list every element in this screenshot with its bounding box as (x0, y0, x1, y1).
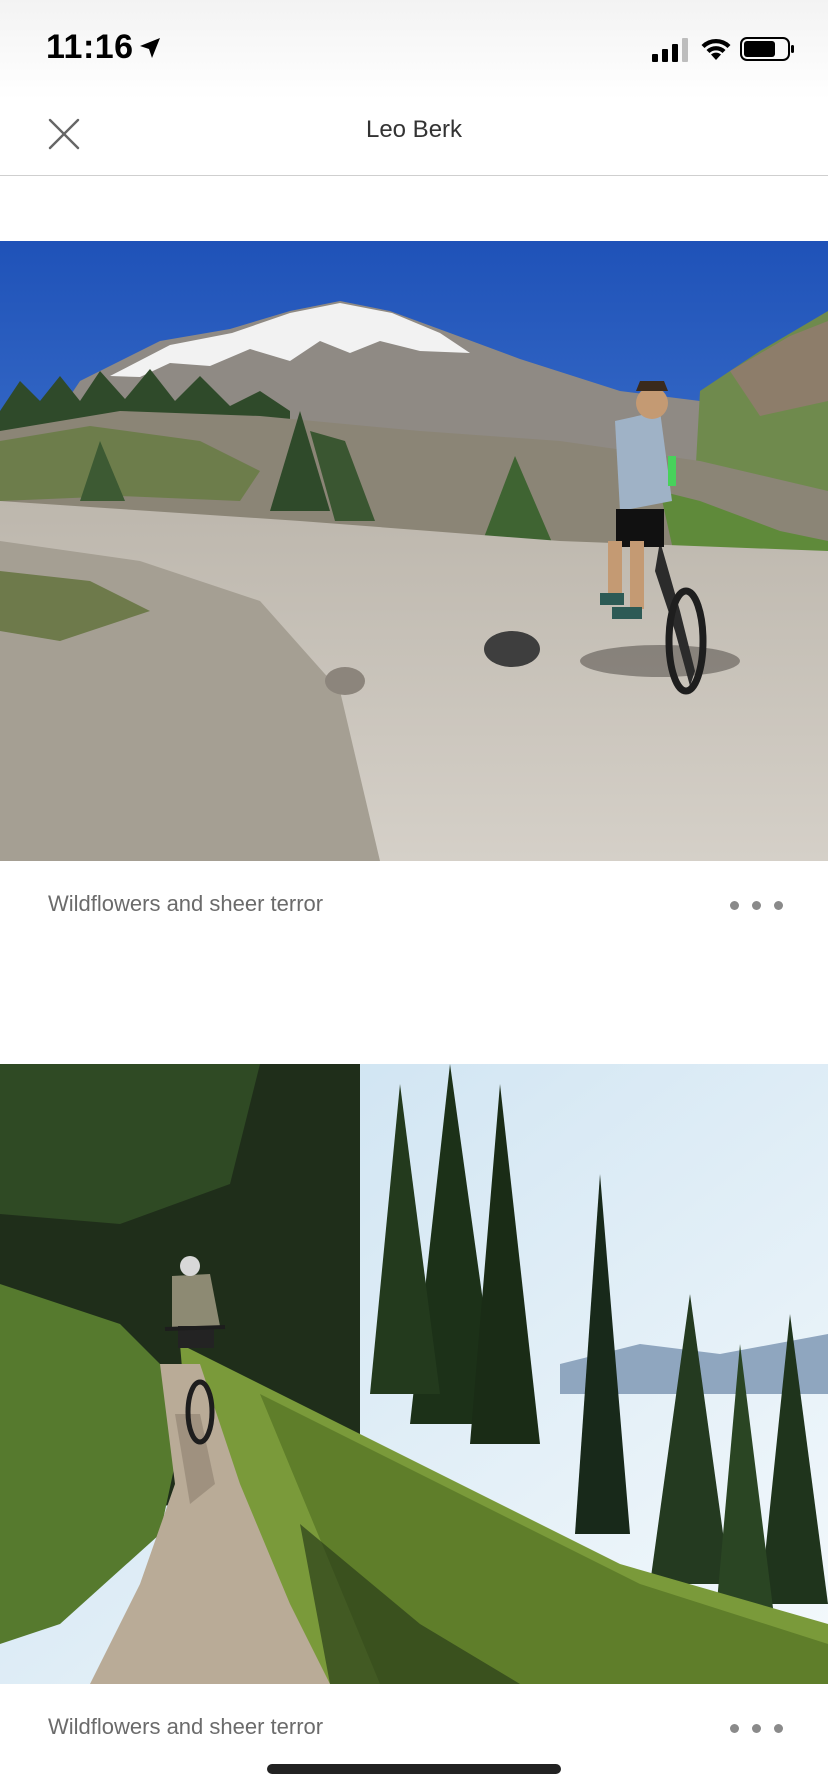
location-arrow-icon (140, 38, 160, 58)
photo-image (0, 1064, 828, 1684)
more-dots-icon[interactable] (728, 891, 784, 919)
cellular-signal-icon (652, 38, 688, 62)
caption-row: Wildflowers and sheer terror (0, 861, 828, 949)
photo-image (0, 241, 828, 861)
photo-detail-screen: 11:16 Leo Berk Wildflowers and sheer ter… (0, 0, 828, 1792)
nav-header: Leo Berk (0, 100, 828, 176)
status-bar: 11:16 (0, 0, 828, 100)
wifi-icon (701, 38, 731, 60)
more-dots-icon[interactable] (728, 1714, 784, 1742)
battery-icon (740, 37, 794, 61)
status-time: 11:16 (46, 28, 134, 66)
photo-caption: Wildflowers and sheer terror (48, 891, 324, 916)
caption-row: Wildflowers and sheer terror (0, 1684, 828, 1772)
page-title: Leo Berk (365, 116, 463, 143)
home-indicator[interactable] (267, 1764, 561, 1774)
photo-card: Wildflowers and sheer terror (0, 241, 828, 949)
photo-mountain-biker-volcano[interactable] (0, 241, 828, 861)
photo-card: Wildflowers and sheer terror (0, 1064, 828, 1772)
photo-mountain-biker-forest[interactable] (0, 1064, 828, 1684)
photo-caption: Wildflowers and sheer terror (48, 1714, 324, 1739)
